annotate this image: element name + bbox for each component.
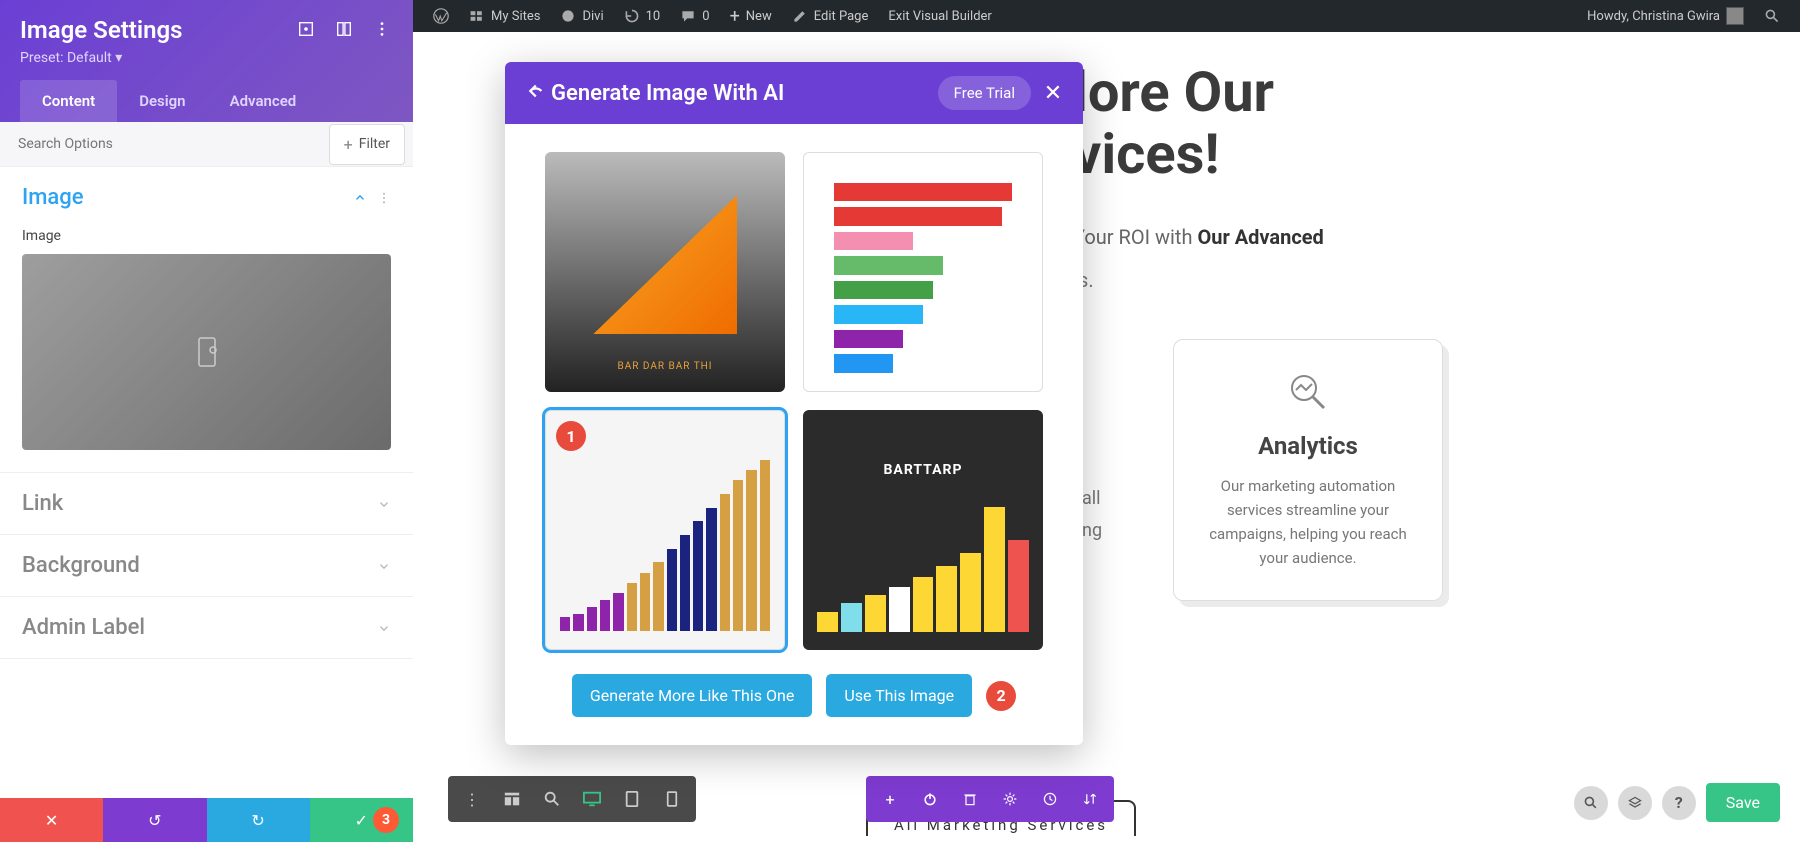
selected-badge: 1: [556, 421, 586, 451]
preset-dropdown[interactable]: Preset: Default ▾: [20, 50, 393, 66]
avatar: [1726, 7, 1744, 25]
gear-icon[interactable]: [992, 782, 1028, 816]
ai-modal-header: Generate Image With AI Free Trial ✕: [505, 62, 1083, 124]
sidebar-header: Image Settings Preset: Default ▾ Content…: [0, 0, 413, 122]
section-background: Background: [0, 535, 413, 597]
bg-fragment-all: all: [1082, 488, 1101, 509]
ai-image-grid: 1: [545, 152, 1043, 650]
view-toolbar: ⋮: [448, 776, 696, 822]
sidebar-title: Image Settings: [20, 16, 183, 44]
phone-image-icon: [187, 332, 227, 372]
expand-icon[interactable]: [297, 20, 317, 40]
page-search-icon[interactable]: [1574, 786, 1608, 820]
roi-tagline: Your ROI with Our Advanced: [1073, 225, 1800, 249]
generate-more-button[interactable]: Generate More Like This One: [572, 674, 812, 717]
section-admin-label: Admin Label: [0, 597, 413, 659]
layers-icon[interactable]: [1618, 786, 1652, 820]
section-link-header[interactable]: Link: [0, 473, 413, 534]
page-headline: lore Ourvices!: [1073, 62, 1800, 185]
card-body: Our marketing automation services stream…: [1198, 474, 1418, 570]
back-button[interactable]: [523, 80, 551, 106]
edit-page[interactable]: Edit Page: [782, 0, 879, 32]
confirm-button[interactable]: ✓3: [310, 798, 413, 842]
analytics-icon: [1286, 370, 1330, 414]
divi-link[interactable]: Divi: [550, 0, 613, 32]
more-icon[interactable]: [373, 20, 393, 40]
bg-fragment-ng: ng: [1082, 520, 1102, 541]
columns-icon[interactable]: [335, 20, 355, 40]
search-icon[interactable]: [1754, 0, 1790, 32]
trash-icon[interactable]: [952, 782, 988, 816]
ai-action-row: Generate More Like This One Use This Ima…: [545, 674, 1043, 717]
howdy-user[interactable]: Howdy, Christina Gwira: [1577, 0, 1754, 32]
settings-sidebar: Image Settings Preset: Default ▾ Content…: [0, 0, 413, 842]
use-image-button[interactable]: Use This Image: [826, 674, 972, 717]
section-image: Image Image: [0, 167, 413, 473]
history-icon[interactable]: [1032, 782, 1068, 816]
section-link: Link: [0, 473, 413, 535]
add-icon[interactable]: +: [872, 782, 908, 816]
tab-advanced[interactable]: Advanced: [208, 80, 319, 122]
section-image-header[interactable]: Image: [0, 167, 413, 228]
module-toolbar: +: [866, 776, 1114, 822]
phone-view-icon[interactable]: [654, 782, 690, 816]
new-content[interactable]: +New: [720, 0, 782, 32]
tab-content[interactable]: Content: [20, 80, 117, 122]
comments[interactable]: 0: [670, 0, 719, 32]
search-row: +Filter: [0, 122, 413, 167]
search-input[interactable]: [0, 122, 329, 166]
my-sites[interactable]: My Sites: [459, 0, 550, 32]
sidebar-footer: ✕ ↺ ↻ ✓3: [0, 798, 413, 842]
sort-icon[interactable]: [1072, 782, 1108, 816]
chevron-up-icon: [353, 191, 367, 205]
tablet-view-icon[interactable]: [614, 782, 650, 816]
wp-admin-bar: My Sites Divi 10 0 +New Edit Page Exit V…: [413, 0, 1800, 32]
help-icon[interactable]: ?: [1662, 786, 1696, 820]
section-background-header[interactable]: Background: [0, 535, 413, 596]
exit-visual-builder[interactable]: Exit Visual Builder: [878, 0, 1001, 32]
step-badge-2: 2: [986, 681, 1016, 711]
wireframe-icon[interactable]: [494, 782, 530, 816]
chevron-down-icon: [377, 559, 391, 573]
undo-button[interactable]: ↺: [103, 798, 206, 842]
card-title: Analytics: [1198, 432, 1418, 460]
close-button[interactable]: ✕: [1041, 81, 1065, 106]
analytics-card[interactable]: Analytics Our marketing automation servi…: [1173, 339, 1443, 601]
ai-thumb-3[interactable]: 1: [545, 410, 785, 650]
page-actions: ? Save: [1574, 783, 1780, 822]
chevron-down-icon: [377, 621, 391, 635]
section-admin-label-header[interactable]: Admin Label: [0, 597, 413, 658]
more-icon[interactable]: ⋮: [454, 782, 490, 816]
redo-button[interactable]: ↻: [207, 798, 310, 842]
image-upload-placeholder[interactable]: [22, 254, 391, 450]
power-icon[interactable]: [912, 782, 948, 816]
ai-image-modal: Generate Image With AI Free Trial ✕ 1: [505, 62, 1083, 745]
image-field-label: Image: [22, 228, 391, 244]
free-trial-badge[interactable]: Free Trial: [938, 76, 1031, 110]
tab-design[interactable]: Design: [117, 80, 207, 122]
filter-button[interactable]: +Filter: [329, 124, 405, 165]
ai-thumb-4[interactable]: [803, 410, 1043, 650]
ai-thumb-1[interactable]: [545, 152, 785, 392]
settings-tabs: Content Design Advanced: [20, 80, 393, 122]
zoom-icon[interactable]: [534, 782, 570, 816]
chevron-down-icon: [377, 497, 391, 511]
wp-logo[interactable]: [423, 0, 459, 32]
ai-thumb-2[interactable]: [803, 152, 1043, 392]
confirm-badge: 3: [373, 807, 399, 833]
updates[interactable]: 10: [614, 0, 671, 32]
cancel-button[interactable]: ✕: [0, 798, 103, 842]
more-vert-icon[interactable]: [377, 191, 391, 205]
save-button[interactable]: Save: [1706, 783, 1780, 822]
desktop-view-icon[interactable]: [574, 782, 610, 816]
ai-modal-title: Generate Image With AI: [551, 81, 938, 106]
